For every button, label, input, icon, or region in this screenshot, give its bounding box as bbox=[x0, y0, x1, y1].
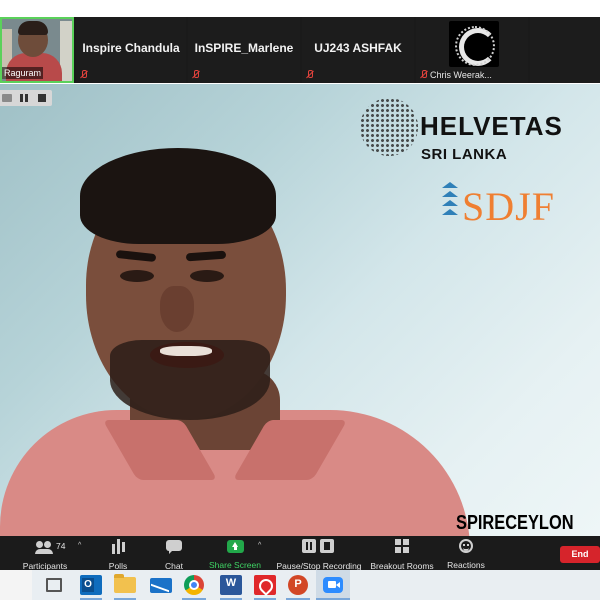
muted-mic-icon bbox=[419, 70, 428, 80]
strip-controls: › bbox=[530, 17, 600, 83]
participant-strip: Raguram Inspire Chandula InSPIRE_Marlene… bbox=[0, 17, 600, 83]
share-caret-icon[interactable]: ^ bbox=[258, 542, 261, 549]
polls-button[interactable]: Polls bbox=[100, 539, 136, 571]
speaker-eye bbox=[190, 270, 224, 282]
reactions-button[interactable]: Reactions bbox=[446, 539, 486, 570]
zoom-meeting-window: Raguram Inspire Chandula InSPIRE_Marlene… bbox=[0, 0, 600, 600]
helvetas-logo-text: HELVETAS bbox=[420, 111, 563, 141]
expand-icon[interactable] bbox=[588, 0, 600, 12]
meeting-toolbar: Participants 74 ^ Polls Chat Share Scree… bbox=[0, 536, 600, 571]
gallery-view-icon[interactable] bbox=[566, 0, 578, 12]
pause-stop-recording-button[interactable]: Pause/Stop Recording bbox=[274, 539, 364, 571]
breakout-rooms-button[interactable]: Breakout Rooms bbox=[370, 539, 434, 571]
reactions-label: Reactions bbox=[447, 560, 485, 570]
participant-tile[interactable]: Inspire Chandula bbox=[76, 17, 186, 83]
recording-status-icon bbox=[2, 94, 12, 102]
participant-hair bbox=[18, 21, 48, 35]
outlook-icon[interactable] bbox=[80, 575, 102, 595]
sdjf-logo-icon bbox=[442, 182, 458, 224]
background-banner-text: SPIRECEYLON bbox=[456, 512, 574, 534]
speaker-hair bbox=[80, 148, 276, 244]
polls-icon bbox=[111, 539, 125, 554]
chrome-icon[interactable] bbox=[184, 575, 204, 595]
helvetas-logo-subtitle: SRI LANKA bbox=[421, 146, 508, 163]
participant-count: 74 bbox=[56, 541, 66, 551]
muted-mic-icon bbox=[305, 70, 314, 80]
share-screen-icon bbox=[226, 540, 244, 553]
profile-picture-logo bbox=[449, 21, 499, 67]
participant-tile-self[interactable]: Raguram bbox=[0, 17, 74, 83]
participant-name: Inspire Chandula bbox=[82, 41, 180, 55]
speaker-teeth bbox=[160, 346, 212, 356]
reactions-icon bbox=[459, 539, 473, 553]
muted-mic-icon bbox=[79, 70, 88, 80]
chat-button[interactable]: Chat bbox=[156, 539, 192, 571]
muted-mic-icon bbox=[191, 70, 200, 80]
recording-controls bbox=[0, 90, 52, 106]
speaker-eye bbox=[120, 270, 154, 282]
pause-stop-recording-icon bbox=[302, 539, 336, 554]
participants-icon bbox=[35, 539, 54, 554]
stop-recording-icon[interactable] bbox=[38, 94, 46, 102]
end-meeting-button[interactable]: End bbox=[560, 546, 600, 563]
zoom-icon[interactable] bbox=[316, 570, 350, 600]
pause-recording-icon[interactable] bbox=[20, 94, 28, 102]
participant-name: InSPIRE_Marlene bbox=[194, 41, 294, 55]
share-screen-button[interactable]: Share Screen bbox=[208, 539, 262, 570]
participant-tile-chris[interactable]: Chris Weerak... bbox=[416, 17, 528, 83]
start-icon[interactable] bbox=[0, 570, 32, 600]
breakout-rooms-icon bbox=[394, 539, 410, 554]
participant-name: Chris Weerak... bbox=[430, 70, 492, 80]
background-shelf bbox=[60, 21, 72, 81]
participant-name: UJ243 ASHFAK bbox=[314, 41, 402, 55]
file-explorer-icon[interactable] bbox=[114, 574, 136, 593]
participant-tile[interactable]: InSPIRE_Marlene bbox=[188, 17, 300, 83]
participant-tile[interactable]: UJ243 ASHFAK bbox=[302, 17, 414, 83]
powerpoint-icon[interactable] bbox=[288, 575, 308, 595]
mail-icon[interactable] bbox=[150, 578, 172, 593]
word-icon[interactable] bbox=[220, 575, 242, 595]
acrobat-icon[interactable] bbox=[254, 575, 276, 595]
sdjf-logo-text: SDJF bbox=[462, 184, 555, 229]
share-screen-label: Share Screen bbox=[209, 560, 261, 570]
participant-name: Raguram bbox=[2, 67, 44, 79]
task-view-icon[interactable] bbox=[46, 578, 62, 592]
windows-taskbar bbox=[0, 570, 600, 600]
active-speaker-video: HELVETAS SRI LANKA SDJF SPIRECEYLON bbox=[0, 84, 600, 536]
helvetas-globe-logo bbox=[360, 98, 418, 156]
speaker-nose bbox=[160, 286, 194, 332]
chat-icon bbox=[166, 539, 182, 554]
participants-caret-icon[interactable]: ^ bbox=[78, 542, 81, 549]
